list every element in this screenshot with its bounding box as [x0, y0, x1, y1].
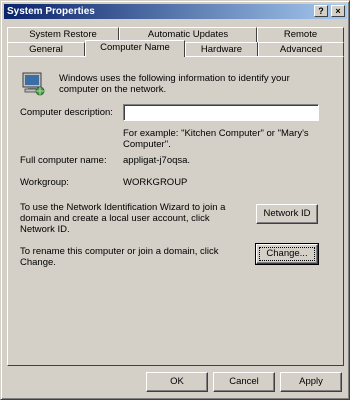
close-button[interactable]: × — [331, 5, 345, 17]
window-title: System Properties — [7, 6, 95, 17]
tab-remote[interactable]: Remote — [257, 27, 344, 42]
tab-hardware[interactable]: Hardware — [185, 42, 258, 57]
help-button[interactable]: ? — [314, 5, 328, 17]
change-instructions: To rename this computer or join a domain… — [20, 246, 219, 268]
cancel-button[interactable]: Cancel — [213, 372, 275, 392]
change-button-label: Change... — [259, 247, 315, 261]
ok-button-label: OK — [170, 376, 184, 387]
tab-general[interactable]: General — [7, 42, 85, 57]
cancel-button-label: Cancel — [229, 376, 259, 387]
network-id-button[interactable]: Network ID — [256, 204, 318, 224]
ok-button[interactable]: OK — [146, 372, 208, 392]
tab-advanced[interactable]: Advanced — [258, 42, 344, 57]
full-computer-name-label: Full computer name: — [20, 155, 107, 166]
network-id-instructions: To use the Network Identification Wizard… — [20, 202, 226, 235]
computer-description-label: Computer description: — [20, 107, 113, 118]
apply-button-label: Apply — [299, 376, 323, 387]
computer-description-input[interactable] — [123, 104, 319, 121]
apply-button[interactable]: Apply — [280, 372, 342, 392]
intro-text: Windows uses the following information t… — [59, 73, 290, 95]
network-id-button-label: Network ID — [263, 208, 311, 219]
tab-computer-name[interactable]: Computer Name — [85, 40, 185, 57]
workgroup-value: WORKGROUP — [123, 177, 188, 188]
title-bar[interactable]: System Properties ? × — [4, 4, 347, 19]
description-example: For example: "Kitchen Computer" or "Mary… — [123, 128, 309, 150]
computer-network-icon — [22, 72, 45, 96]
change-button[interactable]: Change... — [255, 243, 319, 265]
full-computer-name-value: appligat-j7oqsa. — [123, 155, 191, 166]
workgroup-label: Workgroup: — [20, 177, 69, 188]
system-properties-dialog: System Properties ? × System Restore Aut… — [0, 0, 350, 400]
